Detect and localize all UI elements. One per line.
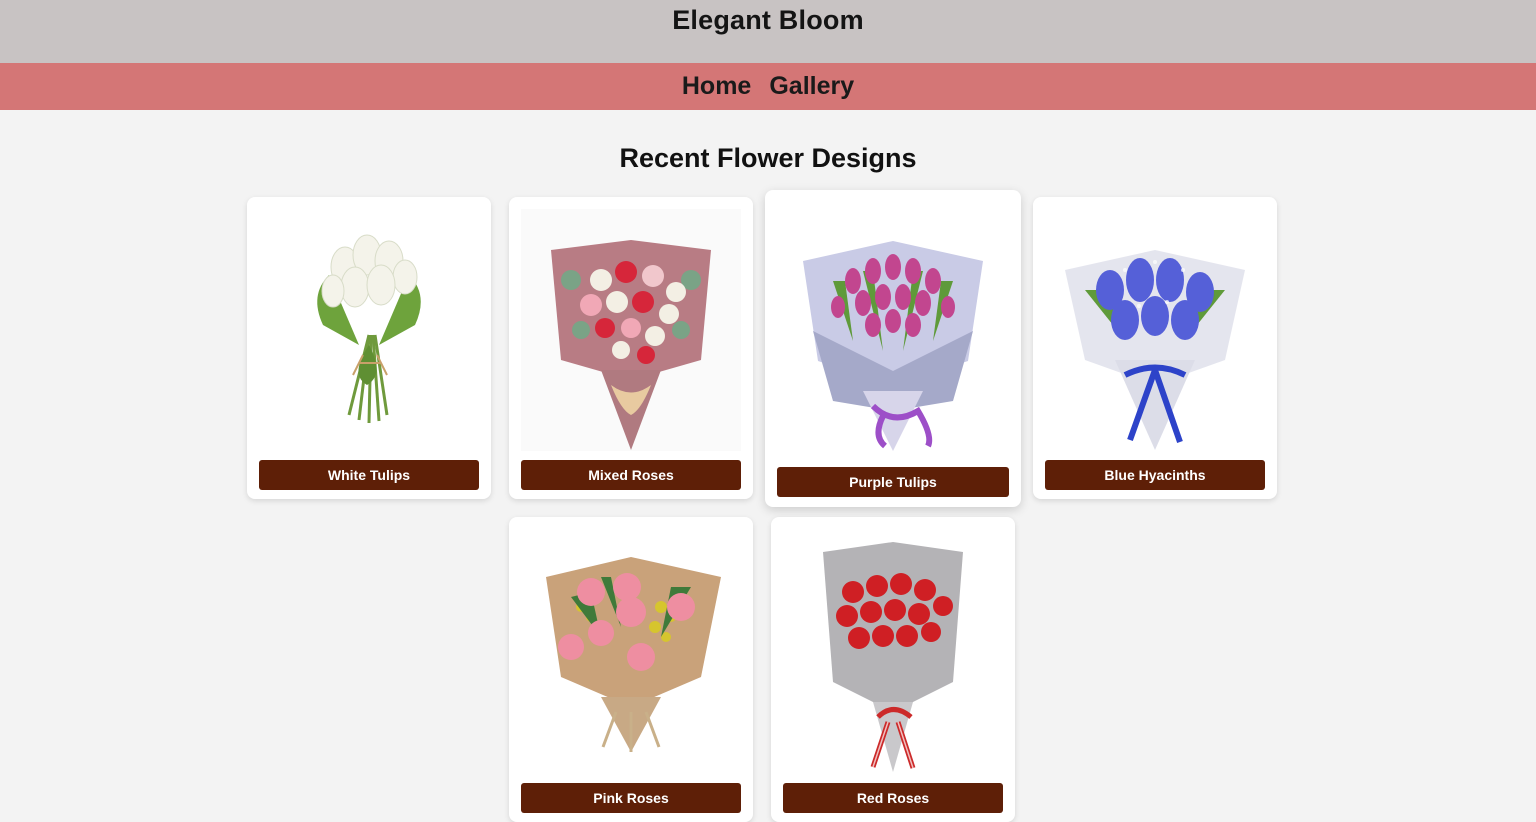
nav-link-gallery[interactable]: Gallery <box>769 63 854 110</box>
site-header: Elegant Bloom <box>0 0 1536 63</box>
flower-label-button[interactable]: Purple Tulips <box>777 467 1009 497</box>
flower-card-purple-tulips[interactable]: Purple Tulips <box>765 190 1021 507</box>
flower-label-button[interactable]: Red Roses <box>783 783 1003 813</box>
nav-bar: Home Gallery <box>0 63 1536 110</box>
blue-hyacinths-bouquet-image <box>1045 209 1265 451</box>
pink-roses-bouquet-image <box>521 529 741 774</box>
flower-label-button[interactable]: White Tulips <box>259 460 479 490</box>
white-tulips-bouquet-image <box>259 209 479 451</box>
flower-card-mixed-roses[interactable]: Mixed Roses <box>509 197 753 499</box>
flower-label-button[interactable]: Blue Hyacinths <box>1045 460 1265 490</box>
site-title: Elegant Bloom <box>672 5 864 35</box>
purple-tulips-bouquet-image <box>777 202 1009 459</box>
mixed-roses-bouquet-image <box>521 209 741 451</box>
red-roses-bouquet-image <box>783 529 1003 774</box>
flower-card-pink-roses[interactable]: Pink Roses <box>509 517 753 822</box>
nav-link-home[interactable]: Home <box>682 63 751 110</box>
flower-card-blue-hyacinths[interactable]: Blue Hyacinths <box>1033 197 1277 499</box>
flower-card-white-tulips[interactable]: White Tulips <box>247 197 491 499</box>
flower-card-red-roses[interactable]: Red Roses <box>771 517 1015 822</box>
flower-label-button[interactable]: Mixed Roses <box>521 460 741 490</box>
section-title: Recent Flower Designs <box>619 143 917 173</box>
flower-label-button[interactable]: Pink Roses <box>521 783 741 813</box>
